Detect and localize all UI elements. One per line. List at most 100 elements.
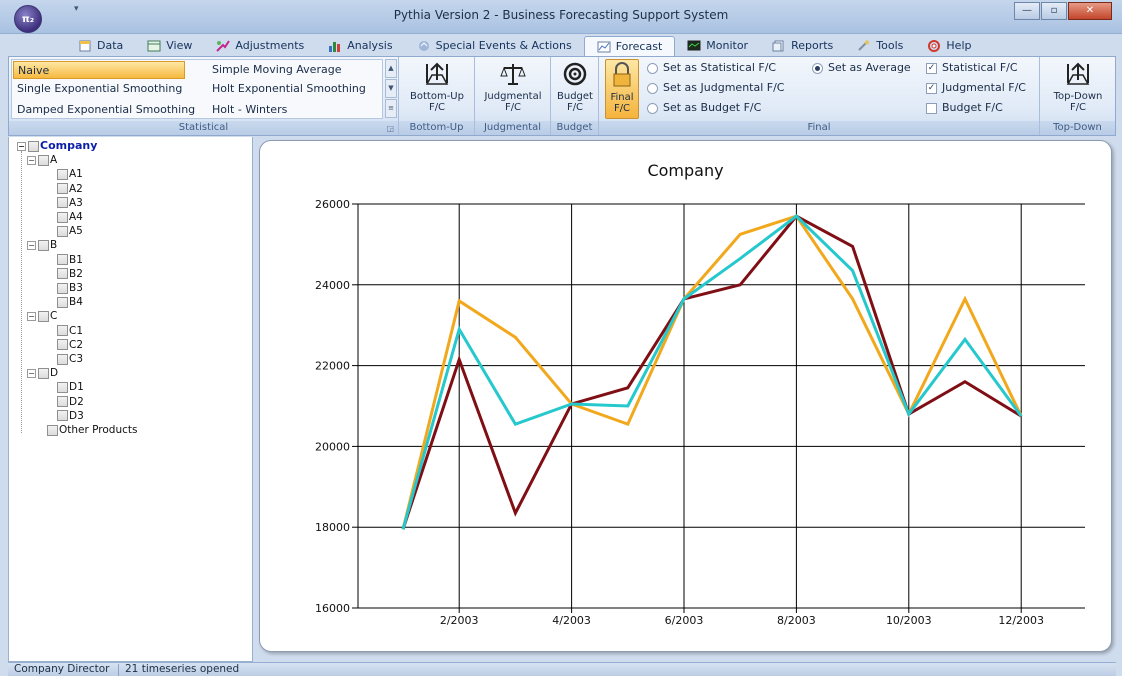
gallery-scroll-up-icon[interactable]: ▲ [385,59,397,78]
tab-forecast[interactable]: Forecast [583,36,676,56]
tree-node-item[interactable]: D2 [57,395,84,409]
radio-set-budget[interactable]: Set as Budget F/C [647,99,761,117]
tree-checkbox[interactable] [38,239,49,251]
close-button[interactable]: ✕ [1068,2,1112,20]
tab-reports[interactable]: Reports [760,36,845,56]
tree-node-label: A [50,154,58,167]
tree-node-item[interactable]: B4 [57,295,83,309]
tree-node-item[interactable]: A1 [57,167,83,181]
method-holt-exponential-smoothing[interactable]: Holt Exponential Smoothing [208,80,378,98]
tree-checkbox[interactable] [57,183,68,195]
x-tick-label: 6/2003 [665,614,704,627]
tree-node-item[interactable]: A3 [57,196,83,210]
tree-checkbox[interactable] [57,396,68,408]
tree-node-item[interactable]: C2 [57,338,83,352]
method-naive[interactable]: Naive [13,61,185,79]
chart-area: Company 16000 18000 20000 22000 24000 26000 2/… [254,137,1116,662]
tree-checkbox[interactable] [57,410,68,422]
tab-view[interactable]: View [135,36,204,56]
collapse-icon[interactable]: − [17,141,26,151]
tree-checkbox[interactable] [57,381,68,393]
y-tick-label: 16000 [315,602,350,615]
radio-set-statistical[interactable]: Set as Statistical F/C [647,59,776,77]
tree-node-item[interactable]: D3 [57,409,84,423]
tree-checkbox[interactable] [38,310,49,322]
tab-adjustments[interactable]: Adjustments [204,36,316,56]
tree-checkbox[interactable] [57,197,68,209]
tree-node-item[interactable]: A4 [57,210,83,224]
tree-node-item[interactable]: C3 [57,352,83,366]
tree-checkbox[interactable] [57,339,68,351]
tree-checkbox[interactable] [57,211,68,223]
tab-tools[interactable]: Tools [845,36,915,56]
tree-checkbox[interactable] [28,140,39,152]
tree-node-company[interactable]: − Company [17,139,97,153]
tab-help[interactable]: Help [915,36,983,56]
tree-checkbox[interactable] [57,282,68,294]
statistical-group: Naive Simple Moving Average Single Expon… [9,57,399,135]
tab-analysis[interactable]: Analysis [316,36,404,56]
checkbox-budget-fc[interactable]: Budget F/C [926,99,1003,117]
tree-checkbox[interactable] [57,296,68,308]
collapse-icon[interactable]: − [27,155,36,165]
checkbox-icon [926,102,937,114]
tree-node-label: C1 [69,324,84,337]
checkbox-judgmental-fc[interactable]: ✓ Judgmental F/C [926,79,1026,97]
method-holt-winters[interactable]: Holt - Winters [208,101,378,118]
tree-node-item[interactable]: C1 [57,324,83,338]
radio-set-judgmental[interactable]: Set as Judgmental F/C [647,79,784,97]
tree-checkbox[interactable] [38,367,49,379]
gallery-expand-icon[interactable]: ≡ [385,99,397,118]
tree-node-other-products[interactable]: Other Products [47,423,138,437]
scales-icon [500,64,526,85]
tree-node-group[interactable]: − B [27,238,57,252]
gallery-scroll-down-icon[interactable]: ▼ [385,79,397,98]
radio-label: Set as Judgmental F/C [663,81,785,94]
tab-label: Monitor [706,39,749,52]
method-single-exponential-smoothing[interactable]: Single Exponential Smoothing [13,80,203,98]
minimize-button[interactable]: — [1014,2,1040,20]
tree-checkbox[interactable] [47,424,58,436]
tree-checkbox[interactable] [57,268,68,280]
collapse-icon[interactable]: − [27,368,36,378]
method-damped-exponential-smoothing[interactable]: Damped Exponential Smoothing [13,101,203,118]
tree-checkbox[interactable] [57,353,68,365]
tree-node-label: D2 [69,395,84,408]
radio-label: Set as Statistical F/C [663,61,777,74]
collapse-icon[interactable]: − [27,240,36,250]
tab-label: Help [946,39,972,52]
tree-node-item[interactable]: A2 [57,182,83,196]
tree-checkbox[interactable] [57,225,68,237]
tree-node-item[interactable]: D1 [57,380,84,394]
checkbox-statistical-fc[interactable]: ✓ Statistical F/C [926,59,1018,77]
tree-checkbox[interactable] [38,154,49,166]
dialog-launcher-icon[interactable]: ◲ [386,124,394,133]
tree-node-item[interactable]: A5 [57,224,83,238]
final-fc-button[interactable]: Final F/C [605,59,639,119]
tree-node-group[interactable]: − A [27,153,57,167]
tab-special-events[interactable]: Special Events & Actions [405,36,584,56]
checkbox-icon: ✓ [926,62,937,74]
tree-checkbox[interactable] [57,254,68,266]
tree-checkbox[interactable] [57,325,68,337]
tab-monitor[interactable]: Monitor [675,36,760,56]
tree-node-item[interactable]: B2 [57,267,83,281]
tree-checkbox[interactable] [57,168,68,180]
top-down-fc-button[interactable]: Top-Down F/C [1044,59,1112,119]
budget-fc-button[interactable]: Budget F/C [554,59,596,119]
method-simple-moving-average[interactable]: Simple Moving Average [208,61,378,79]
checkbox-icon: ✓ [926,82,937,94]
maximize-button[interactable]: ▫ [1041,2,1067,20]
tree-node-item[interactable]: B3 [57,281,83,295]
tree-node-group[interactable]: − D [27,366,58,380]
x-tick-label: 2/2003 [440,614,479,627]
radio-set-average[interactable]: Set as Average [812,59,911,77]
tab-data[interactable]: Data [66,36,135,56]
status-bar: Company Director 21 timeseries opened [8,662,1116,676]
tree-node-group[interactable]: − C [27,309,57,323]
bottom-up-fc-button[interactable]: Bottom-Up F/C [403,59,471,119]
tree-node-item[interactable]: B1 [57,253,83,267]
tree-node-label: B4 [69,296,83,309]
collapse-icon[interactable]: − [27,311,36,321]
judgmental-fc-button[interactable]: Judgmental F/C [479,59,547,119]
